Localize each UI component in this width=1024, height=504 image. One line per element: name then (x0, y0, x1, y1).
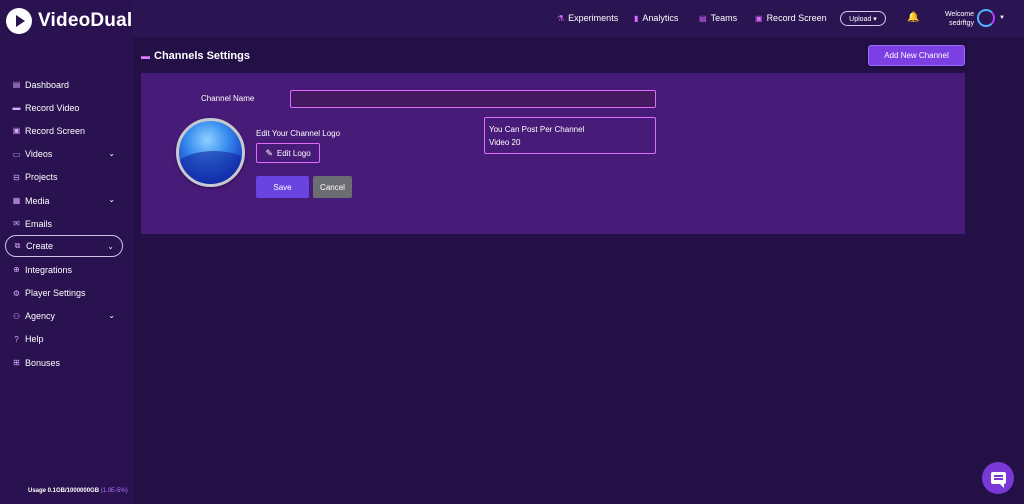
edit-icon: ✎ (265, 147, 273, 158)
edit-logo-button[interactable]: ✎ Edit Logo (256, 143, 320, 163)
channel-icon: ▬ (141, 51, 150, 61)
sidebar-item-label: Agency (25, 311, 56, 322)
sidebar-item-emails[interactable]: ✉ Emails (5, 212, 123, 235)
create-icon: ⧉ (14, 241, 21, 251)
sidebar-item-label: Videos (25, 149, 53, 160)
sidebar-item-integrations[interactable]: ⊕ Integrations (5, 258, 123, 281)
agency-icon: ⚇ (12, 311, 21, 321)
sidebar-item-agency[interactable]: ⚇ Agency ⌄ (5, 305, 123, 328)
experiments-icon: ⚗ (557, 13, 565, 23)
videos-icon: ▭ (12, 149, 21, 159)
sidebar-item-label: Media (25, 195, 50, 206)
record-video-icon: ▬ (12, 103, 21, 113)
help-icon: ? (14, 334, 19, 344)
sidebar-item-record-screen[interactable]: ▣ Record Screen (5, 119, 123, 142)
avatar[interactable] (977, 9, 995, 27)
integrations-icon: ⊕ (13, 265, 20, 275)
sidebar-item-label: Bonuses (25, 357, 61, 368)
chevron-down-icon: ⌄ (107, 242, 114, 252)
top-nav-experiments[interactable]: ⚗ Experiments (557, 13, 618, 23)
record-screen-icon: ▣ (12, 126, 21, 136)
sidebar-item-label: Help (25, 334, 44, 345)
sidebar-item-projects[interactable]: ⊟ Projects (5, 166, 123, 189)
sidebar-item-record-video[interactable]: ▬ Record Video (5, 96, 123, 119)
topbar: ⚗ Experiments ▮ Analytics ▤ Teams ▣ Record Scre… (133, 0, 1024, 37)
top-nav-analytics[interactable]: ▮ Analytics (634, 13, 678, 23)
page-title: ▬ Channels Settings (141, 50, 250, 62)
upload-button[interactable]: Upload ▾ (840, 11, 886, 26)
chat-button[interactable] (982, 462, 1014, 494)
sidebar-item-dashboard[interactable]: ▤ Dashboard (5, 73, 123, 96)
sidebar-nav: ▤ Dashboard ▬ Record Video ▣ Record Screen ▭ Vi… (5, 73, 123, 374)
sidebar-item-videos[interactable]: ▭ Videos ⌄ (5, 143, 123, 166)
sidebar-item-media[interactable]: ▦ Media ⌄ (5, 189, 123, 212)
channel-name-input[interactable] (290, 90, 656, 108)
sidebar-item-label: Projects (25, 172, 58, 183)
sidebar-item-label: Record Screen (25, 125, 86, 136)
sidebar-item-label: Integrations (25, 264, 73, 275)
add-new-channel-button[interactable]: Add New Channel (868, 45, 965, 66)
dashboard-icon: ▤ (12, 80, 21, 90)
save-button[interactable]: Save (256, 176, 309, 198)
sidebar-item-label: Emails (25, 218, 53, 229)
top-nav-teams[interactable]: ▤ Teams (699, 13, 737, 23)
channel-logo-image (176, 118, 245, 187)
sidebar-item-help[interactable]: ? Help (5, 328, 123, 351)
post-limit-info: You Can Post Per Channel Video 20 (484, 117, 656, 154)
chat-icon (990, 472, 1006, 488)
sidebar: VideoDual ▤ Dashboard ▬ Record Video ▣ Record… (0, 0, 133, 504)
sidebar-item-label: Create (26, 241, 54, 252)
top-nav-record-screen[interactable]: ▣ Record Screen (755, 13, 827, 23)
storage-usage: Usage 0.1GB/1000000GB (1.0E-5%) (28, 488, 128, 494)
record-screen-icon: ▣ (755, 13, 763, 23)
sidebar-item-label: Dashboard (25, 79, 70, 90)
edit-logo-caption: Edit Your Channel Logo (256, 129, 341, 138)
sidebar-item-label: Record Video (25, 102, 80, 113)
teams-icon: ▤ (699, 13, 707, 23)
media-icon: ▦ (12, 196, 21, 206)
cancel-button[interactable]: Cancel (313, 176, 352, 198)
app-logo[interactable]: VideoDual (6, 8, 132, 34)
logo-play-icon (6, 8, 32, 34)
player-settings-icon: ⚙ (12, 288, 21, 298)
sidebar-item-label: Player Settings (25, 288, 86, 299)
emails-icon: ✉ (13, 219, 20, 229)
bonuses-icon: ⊞ (13, 358, 20, 368)
chevron-down-icon: ⌄ (108, 194, 115, 204)
projects-icon: ⊟ (13, 172, 20, 182)
welcome-text: Welcome sedrftgy (941, 10, 974, 28)
channel-name-label: Channel Name (201, 94, 255, 103)
sidebar-item-player-settings[interactable]: ⚙ Player Settings (5, 282, 123, 305)
chevron-down-icon: ⌄ (108, 310, 115, 320)
caret-down-icon[interactable]: ▼ (999, 15, 1005, 21)
app-name: VideoDual (38, 10, 133, 31)
username: sedrftgy (949, 20, 974, 27)
sidebar-item-create[interactable]: ⧉ Create ⌄ (5, 235, 123, 258)
channel-settings-panel: Channel Name Edit Your Channel Logo ✎ Ed… (141, 73, 965, 234)
sidebar-item-bonuses[interactable]: ⊞ Bonuses (5, 351, 123, 374)
chevron-down-icon: ⌄ (108, 148, 115, 158)
analytics-icon: ▮ (634, 13, 639, 23)
bell-icon[interactable]: 🔔 (907, 12, 919, 23)
